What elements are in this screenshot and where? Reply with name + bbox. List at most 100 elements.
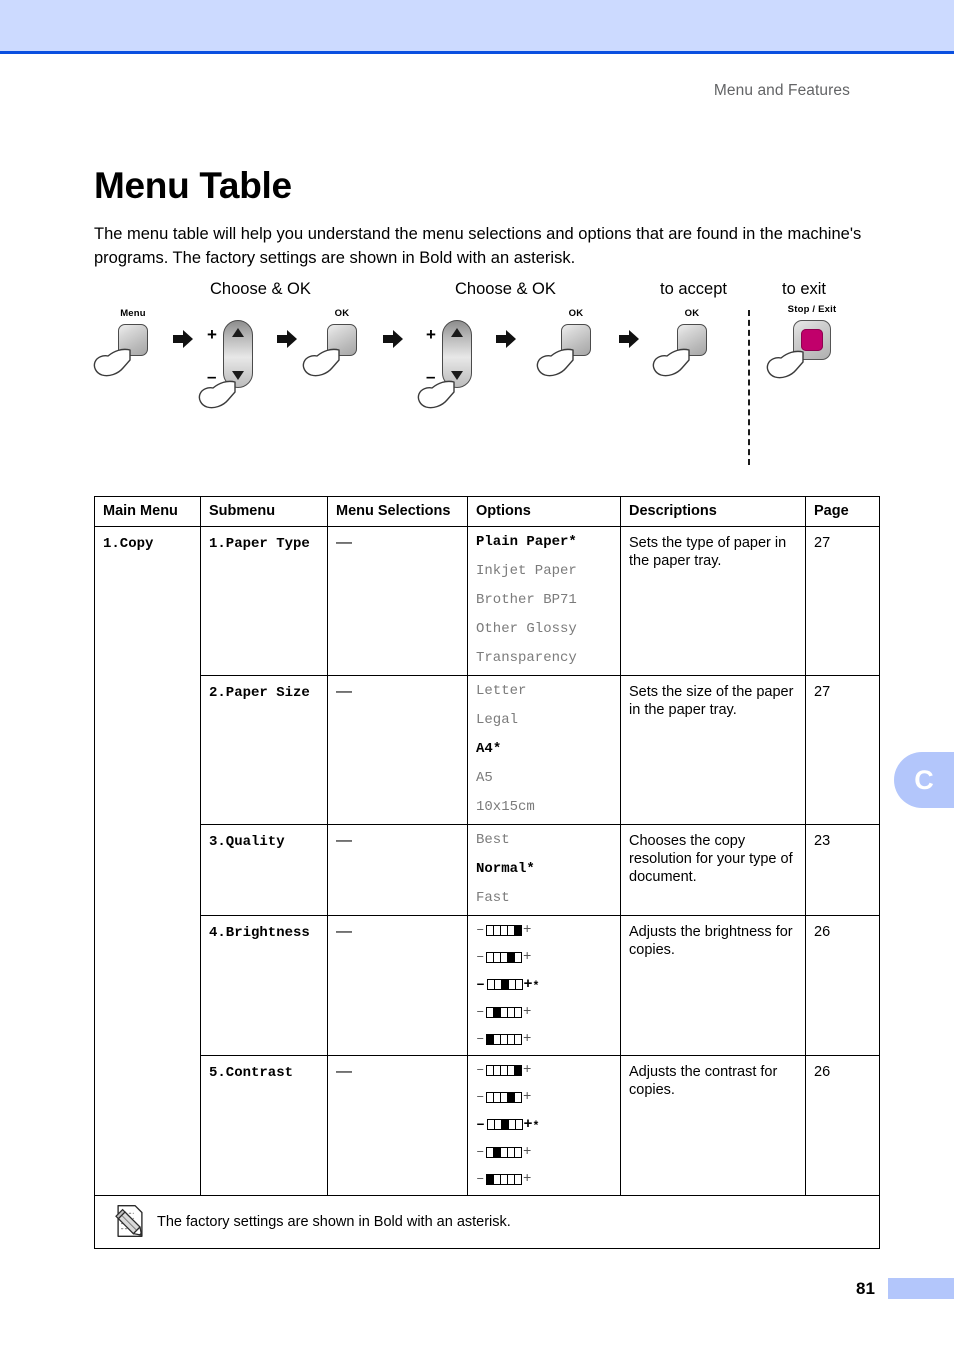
cell-page: 27: [805, 675, 880, 825]
slider-boxes: [486, 1146, 523, 1158]
slider-minus: –: [476, 1171, 485, 1187]
option-item: 10x15cm: [476, 799, 535, 815]
submenu-value: 4.Brightness: [209, 925, 310, 941]
submenu-value: 5.Contrast: [209, 1065, 294, 1081]
slider-box: [514, 1091, 523, 1103]
slider-minus: –: [476, 1062, 485, 1078]
selections-value: —: [336, 683, 352, 700]
slider-box: [514, 1146, 523, 1158]
cell-submenu: 3.Quality: [200, 824, 328, 916]
slider-minus: –: [476, 1089, 485, 1105]
slider-minus: –: [476, 949, 485, 965]
table-row: 4.Brightness — – + – + – + * – + – + Adjusts the b…: [95, 915, 880, 1056]
pointing-hand-icon-7: [765, 348, 805, 382]
cell-options: Letter Legal A4* A5 10x15cm: [467, 675, 621, 825]
description-value: Chooses the copy resolution for your typ…: [629, 833, 793, 885]
table-row: 3.Quality — Best Normal* Fast Chooses th…: [95, 824, 880, 916]
cell-options: – + – + – + * – + – +: [467, 1055, 621, 1196]
option-item: Brother BP71: [476, 592, 577, 608]
slider-plus: +: [522, 1089, 532, 1105]
slider-box: [514, 1064, 523, 1076]
page-value: 23: [814, 833, 831, 849]
table-row: 1.Copy 1.Paper Type — Plain Paper* Inkje…: [94, 526, 880, 1196]
slider-minus: –: [476, 1144, 485, 1160]
slider-boxes: [487, 1119, 523, 1130]
slider-boxes: [486, 1173, 523, 1185]
slider-minus: –: [476, 922, 485, 938]
nav-up-arrow-icon[interactable]: [232, 328, 244, 337]
pointing-hand-icon-5: [535, 346, 575, 380]
col-header-page: Page: [805, 496, 880, 527]
arrow-right-icon-4: [495, 328, 517, 350]
option-item: Other Glossy: [476, 621, 577, 637]
slider-minus: –: [476, 1004, 485, 1020]
key-sequence-diagram: Choose & OK Choose & OK to accept to exi…: [93, 270, 884, 475]
selections-value: —: [336, 923, 352, 940]
selections-value: —: [336, 1063, 352, 1080]
diagram-divider: [748, 310, 750, 465]
slider-box: [514, 1033, 523, 1045]
slider-option: – +: [476, 1090, 612, 1104]
cell-page: 23: [805, 824, 880, 916]
menu-key-label: Menu: [120, 308, 146, 319]
slider-plus: +: [523, 976, 533, 993]
ok-key-2-label: OK: [568, 308, 584, 319]
intro-paragraph: The menu table will help you understand …: [94, 224, 862, 267]
slider-plus: +: [522, 922, 532, 938]
cell-selections: —: [327, 824, 468, 916]
slider-plus: +: [522, 1144, 532, 1160]
cell-page: 26: [805, 915, 880, 1056]
pointing-hand-icon-2: [197, 378, 237, 412]
col-header-main-menu: Main Menu: [94, 496, 201, 527]
slider-box: [514, 924, 523, 936]
slider-boxes: [486, 924, 523, 936]
page-top-rule: [0, 51, 954, 54]
cell-main-menu: 1.Copy: [94, 526, 201, 1196]
option-item: Best: [476, 832, 510, 848]
page-number-bar: [888, 1278, 954, 1299]
diagram-label-1: Choose & OK: [210, 280, 311, 298]
cell-page: 27: [805, 526, 880, 676]
slider-option: – +: [476, 950, 612, 964]
cell-page: 26: [805, 1055, 880, 1196]
page-value: 27: [814, 684, 831, 700]
page-value: 26: [814, 924, 831, 940]
option-item: Fast: [476, 890, 510, 906]
cell-submenu: 2.Paper Size: [200, 675, 328, 825]
diagram-label-3: to accept: [660, 280, 727, 298]
cell-options: Plain Paper* Inkjet Paper Brother BP71 O…: [467, 526, 621, 676]
slider-box: [514, 951, 523, 963]
page-top-band: [0, 0, 954, 51]
pointing-hand-icon-4: [416, 378, 456, 412]
cell-description: Adjusts the contrast for copies.: [620, 1055, 806, 1196]
slider-plus: +: [522, 1031, 532, 1047]
default-asterisk: *: [526, 861, 535, 877]
description-value: Sets the size of the paper in the paper …: [629, 684, 794, 718]
arrow-right-icon-1: [172, 328, 194, 350]
selections-value: —: [336, 832, 352, 849]
pointing-hand-icon-6: [651, 346, 691, 380]
slider-plus: +: [523, 1116, 533, 1133]
submenu-value: 3.Quality: [209, 834, 285, 850]
slider-boxes: [486, 1006, 523, 1018]
nav-up-arrow-icon-2[interactable]: [451, 328, 463, 337]
pointing-hand-icon-3: [301, 346, 341, 380]
slider-minus: –: [476, 1031, 485, 1047]
cell-note: The factory settings are shown in Bold w…: [94, 1195, 880, 1249]
note-text: The factory settings are shown in Bold w…: [157, 1214, 511, 1230]
option-item: Legal: [476, 712, 519, 728]
slider-boxes: [487, 979, 523, 990]
arrow-right-icon-5: [618, 328, 640, 350]
slider-box: [514, 1173, 523, 1185]
default-asterisk: *: [533, 1117, 539, 1132]
cell-options: – + – + – + * – + – +: [467, 915, 621, 1056]
table-row: 2.Paper Size — Letter Legal A4* A5 10x15…: [95, 675, 880, 825]
cell-options: Best Normal* Fast: [467, 824, 621, 916]
slider-plus: +: [522, 1004, 532, 1020]
ok-key-1-label: OK: [334, 308, 350, 319]
chapter-tab-c: C: [894, 752, 954, 808]
page-number: 81: [856, 1279, 875, 1298]
table-header-row: Main Menu Submenu Menu Selections Option…: [94, 496, 880, 527]
cell-selections: —: [327, 675, 468, 825]
cell-description: Chooses the copy resolution for your typ…: [620, 824, 806, 916]
